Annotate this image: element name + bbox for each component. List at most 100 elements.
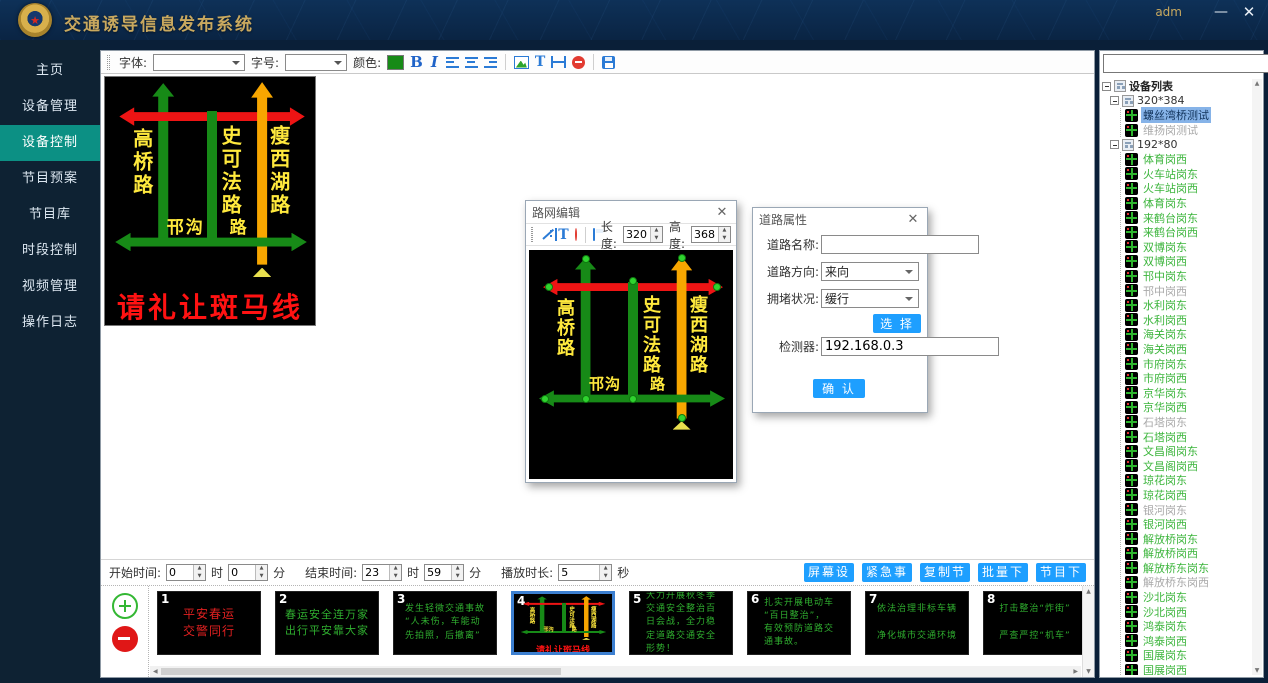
tree-device-item[interactable]: 来鹤台岗西 (1125, 225, 1251, 240)
insert-image-icon[interactable] (514, 56, 529, 69)
save-icon[interactable] (602, 56, 615, 69)
stop-icon[interactable] (575, 228, 577, 241)
action-button[interactable]: 复制节目 (920, 563, 970, 582)
tree-device-item[interactable]: 解放桥东岗东 (1125, 561, 1251, 576)
tree-device-item[interactable]: 文昌阁岗东 (1125, 444, 1251, 459)
text-tool-icon[interactable]: T (558, 227, 568, 243)
dialog-close-icon[interactable]: ✕ (905, 212, 921, 227)
tree-group-row[interactable]: 192*80 (1110, 137, 1251, 152)
tree-group-row[interactable]: 320*384 (1110, 94, 1251, 109)
playlist-tile[interactable]: 6 扎实开展电动车“百日整治”，有效预防道路交通事故。 (747, 591, 851, 655)
tree-root-row[interactable]: 设备列表 (1102, 79, 1251, 94)
confirm-button[interactable]: 确 认 (813, 379, 865, 398)
road-direction-select[interactable]: 来向 (821, 262, 919, 281)
node-handle[interactable] (582, 255, 590, 263)
font-select[interactable] (153, 54, 245, 71)
italic-button[interactable]: I (429, 53, 440, 71)
device-search-input[interactable] (1103, 54, 1268, 73)
tree-device-item[interactable]: 双博岗西 (1125, 254, 1251, 269)
tree-device-item[interactable]: 京华岗西 (1125, 400, 1251, 415)
playlist-tile[interactable]: 5 大力开展秋冬季交通安全整治百日会战，全力稳定道路交通安全形势！ (629, 591, 733, 655)
sidebar-item-主页[interactable]: 主页 (0, 53, 100, 89)
playlist-tile-diagram[interactable]: 4 高桥路 史可法路 瘦西湖路 邗沟 路 请礼让斑马线 (511, 591, 615, 655)
network-edit-canvas[interactable]: 高桥路 史可法路 瘦西湖路 邗沟 路 (529, 250, 733, 479)
tree-device-item[interactable]: 文昌阁岗西 (1125, 458, 1251, 473)
playlist-horizontal-scrollbar[interactable]: ◀▶ (150, 666, 1081, 677)
dialog-titlebar[interactable]: 路网编辑 ✕ (526, 201, 736, 223)
node-handle[interactable] (545, 283, 553, 291)
congestion-select[interactable]: 缓行 (821, 289, 919, 308)
sidebar-item-设备管理[interactable]: 设备管理 (0, 89, 100, 125)
tree-device-item[interactable]: 螺丝湾桥测试 (1125, 108, 1251, 123)
length-spinner[interactable]: ▲▼ (623, 226, 663, 243)
playlist-tile[interactable]: 8 打击整治“炸街” 严查严控“机车” (983, 591, 1082, 655)
tree-device-item[interactable]: 维扬岗测试 (1125, 123, 1251, 138)
sidebar-item-操作日志[interactable]: 操作日志 (0, 305, 100, 341)
end-minute-spinner[interactable]: ▲▼ (424, 564, 464, 581)
color-swatch[interactable] (387, 55, 404, 70)
dialog-titlebar[interactable]: 道路属性 ✕ (753, 208, 927, 230)
action-button[interactable]: 紧急事件 (862, 563, 912, 582)
tree-device-item[interactable]: 鸿泰岗西 (1125, 634, 1251, 649)
close-button[interactable]: ✕ (1238, 2, 1260, 22)
align-right-icon[interactable] (484, 57, 497, 68)
tree-device-item[interactable]: 水利岗东 (1125, 298, 1251, 313)
node-handle[interactable] (629, 277, 637, 285)
draw-road-icon[interactable] (542, 228, 544, 241)
tree-device-item[interactable]: 海关岗西 (1125, 342, 1251, 357)
tree-scrollbar[interactable]: ▲▼ (1252, 79, 1262, 675)
toolbar-grip-icon[interactable] (107, 55, 110, 70)
tree-device-item[interactable]: 鸿泰岗东 (1125, 619, 1251, 634)
tree-device-item[interactable]: 体育岗东 (1125, 196, 1251, 211)
tree-device-item[interactable]: 体育岗西 (1125, 152, 1251, 167)
action-button[interactable]: 批量下发 (978, 563, 1028, 582)
tree-device-item[interactable]: 沙北岗西 (1125, 604, 1251, 619)
tree-device-item[interactable]: 石塔岗西 (1125, 429, 1251, 444)
node-handle[interactable] (713, 283, 721, 291)
tree-device-item[interactable]: 琼花岗西 (1125, 488, 1251, 503)
action-button[interactable]: 屏幕设置 (804, 563, 854, 582)
tree-device-item[interactable]: 市府岗西 (1125, 371, 1251, 386)
dialog-close-icon[interactable]: ✕ (714, 205, 730, 220)
size-select[interactable] (285, 54, 347, 71)
road-name-input[interactable] (821, 235, 979, 254)
remove-program-button[interactable] (112, 626, 138, 652)
network-edit-diagram[interactable]: 高桥路 史可法路 瘦西湖路 邗沟 路 (531, 252, 731, 434)
sidebar-item-时段控制[interactable]: 时段控制 (0, 233, 100, 269)
end-hour-spinner[interactable]: ▲▼ (362, 564, 402, 581)
tree-device-item[interactable]: 京华岗东 (1125, 385, 1251, 400)
tree-device-item[interactable]: 海关岗东 (1125, 327, 1251, 342)
tree-device-item[interactable]: 解放桥岗东 (1125, 531, 1251, 546)
duration-spinner[interactable]: ▲▼ (558, 564, 612, 581)
tree-device-item[interactable]: 市府岗东 (1125, 356, 1251, 371)
detector-input[interactable] (821, 337, 999, 356)
current-user[interactable]: adm (1155, 5, 1182, 19)
tree-device-item[interactable]: 火车站岗西 (1125, 181, 1251, 196)
toolbar-grip-icon[interactable] (531, 227, 533, 242)
tree-device-item[interactable]: 银河岗东 (1125, 502, 1251, 517)
playlist-tile[interactable]: 3 发生轻微交通事故“人未伤，车能动先拍照，后撤离” (393, 591, 497, 655)
collapse-icon[interactable] (1110, 96, 1119, 105)
playlist-vertical-scrollbar[interactable]: ▲▼ (1082, 586, 1094, 677)
tree-device-item[interactable]: 国展岗东 (1125, 648, 1251, 663)
node-handle[interactable] (678, 254, 686, 262)
node-handle[interactable] (629, 395, 637, 403)
tree-device-item[interactable]: 来鹤台岗东 (1125, 210, 1251, 225)
scrollbar-thumb[interactable] (161, 668, 561, 675)
tree-device-item[interactable]: 石塔岗东 (1125, 415, 1251, 430)
tree-device-item[interactable]: 银河岗西 (1125, 517, 1251, 532)
select-detector-button[interactable]: 选 择 (873, 314, 921, 333)
tree-device-item[interactable]: 水利岗西 (1125, 313, 1251, 328)
align-left-icon[interactable] (446, 57, 459, 68)
node-handle[interactable] (678, 414, 686, 422)
tree-device-item[interactable]: 邗中岗西 (1125, 283, 1251, 298)
text-tool-icon[interactable]: T (535, 54, 545, 70)
action-button[interactable]: 节目下发 (1036, 563, 1086, 582)
tree-device-item[interactable]: 琼花岗东 (1125, 473, 1251, 488)
bold-button[interactable]: B (410, 53, 423, 71)
start-minute-spinner[interactable]: ▲▼ (228, 564, 268, 581)
node-handle[interactable] (582, 395, 590, 403)
tree-device-item[interactable]: 邗中岗东 (1125, 269, 1251, 284)
collapse-icon[interactable] (1102, 82, 1111, 91)
tree-device-item[interactable]: 国展岗西 (1125, 663, 1251, 675)
